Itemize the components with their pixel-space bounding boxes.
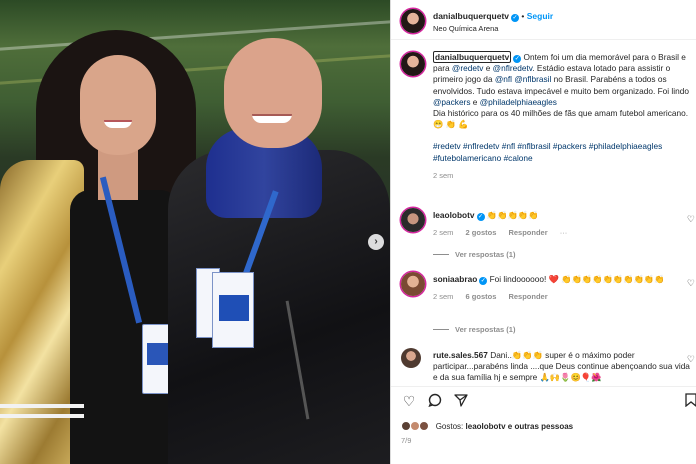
post-timestamp: 2 sem	[433, 170, 454, 180]
liked-suffix[interactable]: e outras pessoas	[508, 422, 573, 431]
commenter-username[interactable]: soniaabrao	[433, 274, 477, 284]
post-header: danialbuquerquetv ✓ • Seguir Neo Química …	[391, 0, 696, 40]
post-location[interactable]: Neo Química Arena	[433, 24, 498, 33]
like-heart-icon[interactable]: ♡	[401, 393, 417, 409]
post-photo: ›	[0, 0, 390, 464]
save-bookmark-icon[interactable]	[683, 393, 696, 409]
caption-avatar[interactable]	[401, 52, 425, 76]
liker-avatar	[419, 421, 430, 431]
reply-button[interactable]: Responder	[508, 228, 547, 237]
commenter-username[interactable]: rute.sales.567	[433, 350, 488, 360]
commenter-avatar[interactable]	[401, 208, 425, 232]
post-actions: ♡ Gostos: leaolobotv e outras pessoas 7/…	[391, 386, 696, 464]
liked-prefix: Gostos:	[435, 422, 464, 431]
verified-icon: ✓	[511, 14, 520, 22]
commenter-username[interactable]: leaolobotv	[433, 210, 475, 220]
liked-username[interactable]: leaolobotv	[466, 422, 506, 431]
caption-text: Dia histórico para os 40 milhões de fãs …	[433, 108, 689, 130]
mention-link[interactable]: @nflbrasil	[514, 74, 551, 84]
man-face	[224, 38, 322, 148]
mention-link[interactable]: @nflredetv	[493, 63, 533, 73]
comment-time: 2 sem	[433, 292, 454, 301]
verified-icon: ✓	[513, 55, 522, 63]
man-credential-badge	[212, 272, 254, 348]
mention-link[interactable]: @packers	[433, 97, 470, 107]
author-avatar[interactable]	[401, 9, 425, 33]
comment-text: 👏👏👏👏👏	[486, 210, 539, 220]
mention-link[interactable]: @redetv	[452, 63, 483, 73]
like-comment-heart-icon[interactable]: ♡	[687, 214, 695, 225]
liked-by: Gostos: leaolobotv e outras pessoas	[401, 421, 573, 431]
jacket-stripe	[0, 414, 84, 418]
like-comment-heart-icon[interactable]: ♡	[687, 354, 695, 365]
field-line	[0, 20, 390, 51]
image-pager: 7/9	[401, 436, 412, 445]
author-username[interactable]: danialbuquerquetv	[433, 11, 509, 21]
verified-icon: ✓	[476, 213, 485, 221]
post-detail-panel: danialbuquerquetv ✓ • Seguir Neo Química …	[390, 0, 696, 464]
woman-smile	[104, 120, 132, 128]
follow-button[interactable]: Seguir	[527, 11, 553, 21]
verified-icon: ✓	[479, 277, 488, 285]
more-options-icon[interactable]: ···	[560, 228, 568, 237]
hashtags[interactable]: #redetv #nflredetv #nfl #nflbrasil #pack…	[433, 141, 693, 163]
comment-likes[interactable]: 6 gostos	[466, 292, 497, 301]
man-smile	[252, 114, 292, 123]
share-send-icon[interactable]	[453, 393, 469, 409]
next-photo-chevron-icon[interactable]: ›	[368, 234, 384, 250]
caption-username[interactable]: danialbuquerquetv	[433, 51, 512, 63]
comment-likes[interactable]: 2 gostos	[466, 228, 497, 237]
comment-bubble-icon[interactable]	[427, 393, 443, 409]
commenter-avatar[interactable]	[401, 348, 421, 368]
caption-text: e	[472, 96, 478, 107]
mention-link[interactable]: @philadelphiaeagles	[480, 97, 557, 107]
view-replies-link[interactable]: Ver respostas (1)	[433, 250, 515, 259]
comment-text: Foi lindoooooo! ❤️ 👏👏👏👏👏👏👏👏👏👏	[489, 274, 665, 284]
jacket-stripe	[0, 404, 84, 408]
like-comment-heart-icon[interactable]: ♡	[687, 278, 695, 289]
reply-button[interactable]: Responder	[508, 292, 547, 301]
caption-text: e	[485, 63, 491, 74]
commenter-avatar[interactable]	[401, 272, 425, 296]
comment-time: 2 sem	[433, 228, 454, 237]
view-replies-link[interactable]: Ver respostas (1)	[433, 325, 515, 334]
woman-face	[80, 55, 156, 155]
mention-link[interactable]: @nfl	[495, 74, 512, 84]
